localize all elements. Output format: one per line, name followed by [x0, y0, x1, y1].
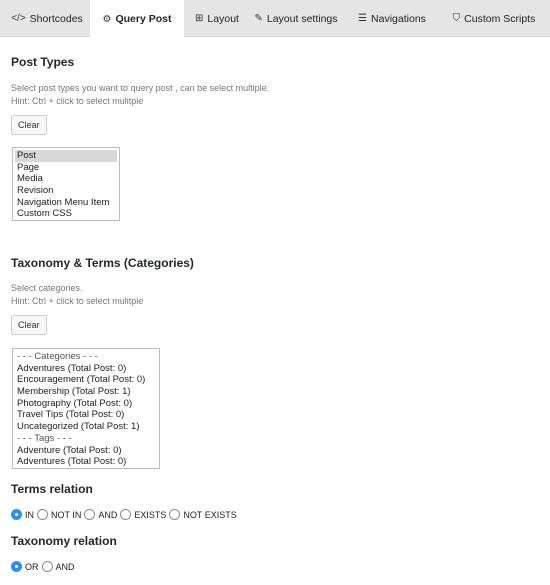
- radio-label: NOT IN: [51, 509, 82, 520]
- post-type-option[interactable]: Media: [15, 173, 117, 185]
- term-option[interactable]: Encouragement (Total Post: 0): [15, 374, 157, 386]
- tab-navigations[interactable]: ☰ Navigations: [342, 0, 442, 37]
- terms-relation-exists[interactable]: EXISTS: [120, 509, 166, 520]
- radio-label: OR: [25, 561, 39, 572]
- code-icon: </>: [11, 13, 26, 24]
- term-option[interactable]: Travel Tips (Total Post: 0): [15, 409, 157, 421]
- radio-button[interactable]: [37, 509, 48, 520]
- terms-relation-and[interactable]: AND: [84, 509, 117, 520]
- taxonomy-heading: Taxonomy & Terms (Categories): [11, 256, 194, 270]
- taxonomy-description: Select categories.: [11, 283, 83, 293]
- tab-query-post[interactable]: ⚙ Query Post: [90, 0, 184, 38]
- terms-relation-not-in[interactable]: NOT IN: [37, 509, 81, 520]
- tab-bar: </> Shortcodes ⚙ Query Post ⊞ Layout ✎ L…: [0, 0, 550, 38]
- radio-button[interactable]: [41, 561, 53, 572]
- terms-relation-radio-group: IN NOT IN AND EXISTS NOT EXISTS: [11, 509, 240, 520]
- radio-label: EXISTS: [134, 509, 167, 520]
- taxonomy-relation-and[interactable]: AND: [41, 561, 75, 572]
- post-type-option[interactable]: Post: [15, 150, 117, 162]
- tab-label: Navigations: [371, 12, 426, 25]
- radio-button[interactable]: [11, 561, 22, 572]
- radio-label: AND: [55, 561, 75, 572]
- radio-label: NOT EXISTS: [183, 509, 237, 520]
- terms-relation-not-exists[interactable]: NOT EXISTS: [169, 509, 237, 520]
- optgroup-label: - - - Categories - - -: [17, 351, 98, 362]
- post-type-option[interactable]: Page: [15, 162, 117, 174]
- post-type-option[interactable]: Revision: [15, 185, 117, 197]
- sliders-icon: ☰: [358, 13, 368, 24]
- optgroup-label: - - - Tags - - -: [17, 432, 72, 444]
- radio-button[interactable]: [169, 509, 181, 520]
- tab-shortcodes[interactable]: </> Shortcodes: [4, 0, 90, 37]
- taxonomy-relation-heading: Taxonomy relation: [11, 534, 117, 548]
- taxonomy-clear-button[interactable]: Clear: [11, 315, 47, 335]
- post-type-option[interactable]: Custom CSS: [15, 208, 117, 220]
- term-option[interactable]: Adventures (Total Post: 0): [15, 456, 157, 468]
- tab-label: Layout settings: [266, 12, 338, 25]
- css3-icon: ⛉: [452, 13, 461, 24]
- tab-custom-scripts[interactable]: ⛉ Custom Scripts: [442, 0, 546, 37]
- post-types-heading: Post Types: [11, 55, 75, 69]
- tab-layout-settings[interactable]: ✎ Layout settings: [250, 0, 342, 37]
- term-option[interactable]: Photography (Total Post: 0): [15, 398, 157, 410]
- radio-button[interactable]: [84, 509, 96, 520]
- taxonomy-terms-select[interactable]: - - - Categories - - - Adventures (Total…: [12, 348, 160, 469]
- tab-label: Shortcodes: [29, 12, 83, 25]
- radio-button[interactable]: [11, 509, 22, 520]
- tab-layout[interactable]: ⊞ Layout: [184, 0, 250, 37]
- term-option[interactable]: Membership (Total Post: 1): [15, 386, 157, 398]
- term-option[interactable]: Uncategorized (Total Post: 1): [15, 421, 157, 433]
- term-option[interactable]: Adventure (Total Post: 0): [15, 445, 157, 457]
- gears-icon: ⚙: [102, 13, 112, 25]
- post-types-clear-button[interactable]: Clear: [11, 115, 47, 135]
- post-types-hint: Hint: Ctrl + click to select mulitple: [11, 96, 144, 106]
- post-type-option[interactable]: Navigation Menu Item: [15, 197, 117, 209]
- taxonomy-relation-or[interactable]: OR: [11, 561, 39, 572]
- taxonomy-hint: Hint: Ctrl + click to select mulitple: [11, 296, 144, 306]
- tab-label: Layout: [207, 12, 239, 25]
- radio-label: IN: [25, 509, 34, 520]
- taxonomy-relation-radio-group: OR AND: [11, 561, 78, 572]
- terms-relation-heading: Terms relation: [11, 482, 93, 496]
- radio-label: AND: [98, 509, 118, 520]
- layout-icon: ⊞: [195, 13, 204, 24]
- radio-button[interactable]: [120, 509, 132, 520]
- tab-label: Custom Scripts: [464, 12, 536, 25]
- term-option[interactable]: Adventures (Total Post: 0): [15, 363, 157, 375]
- post-types-description: Select post types you want to query post…: [11, 83, 270, 93]
- post-types-select[interactable]: Post Page Media Revision Navigation Menu…: [12, 147, 120, 221]
- terms-relation-in[interactable]: IN: [11, 509, 34, 520]
- pencil-icon: ✎: [254, 13, 263, 24]
- tab-label: Query Post: [115, 13, 172, 25]
